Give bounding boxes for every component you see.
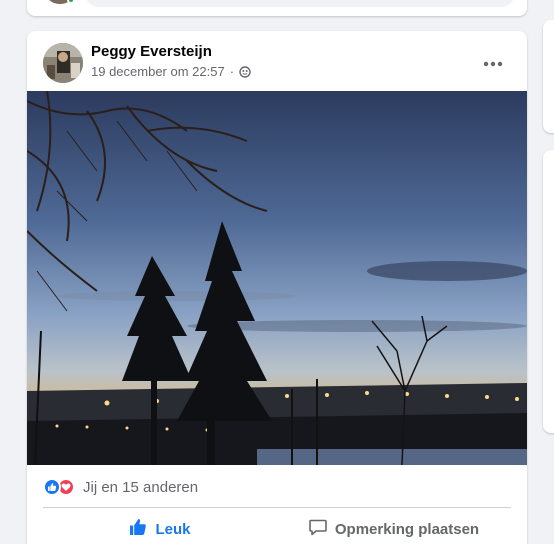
author-avatar[interactable] — [43, 43, 83, 83]
reactions-count-text[interactable]: Jij en 15 anderen — [83, 479, 198, 496]
more-options-button[interactable] — [475, 45, 511, 81]
previous-post-card — [27, 0, 527, 16]
side-card — [543, 20, 554, 133]
comment-icon — [309, 518, 327, 540]
post-photo[interactable] — [27, 91, 527, 465]
thumbs-up-icon — [129, 518, 147, 540]
comment-input[interactable] — [85, 0, 515, 7]
post-meta: 19 december om 22:57 · — [91, 64, 251, 79]
like-label: Leuk — [155, 520, 191, 538]
like-button[interactable]: Leuk — [43, 511, 277, 544]
post-header: Peggy Eversteijn 19 december om 22:57 · — [27, 31, 527, 91]
post-date[interactable]: 19 december om 22:57 — [91, 64, 225, 79]
actions-divider — [43, 507, 511, 508]
feed-post: Peggy Eversteijn 19 december om 22:57 · — [27, 31, 527, 544]
side-card — [543, 150, 554, 433]
reactions-summary[interactable]: Jij en 15 anderen — [43, 476, 198, 498]
meta-separator: · — [229, 64, 235, 79]
globe-icon[interactable] — [239, 65, 251, 78]
more-horizontal-icon — [483, 54, 503, 72]
post-author-name[interactable]: Peggy Eversteijn — [91, 43, 212, 60]
like-reaction-icon — [43, 478, 61, 496]
online-status-dot — [67, 0, 75, 4]
post-actions: Leuk Opmerking plaatsen — [43, 511, 511, 544]
comment-button[interactable]: Opmerking plaatsen — [277, 511, 511, 544]
comment-label: Opmerking plaatsen — [334, 520, 480, 538]
